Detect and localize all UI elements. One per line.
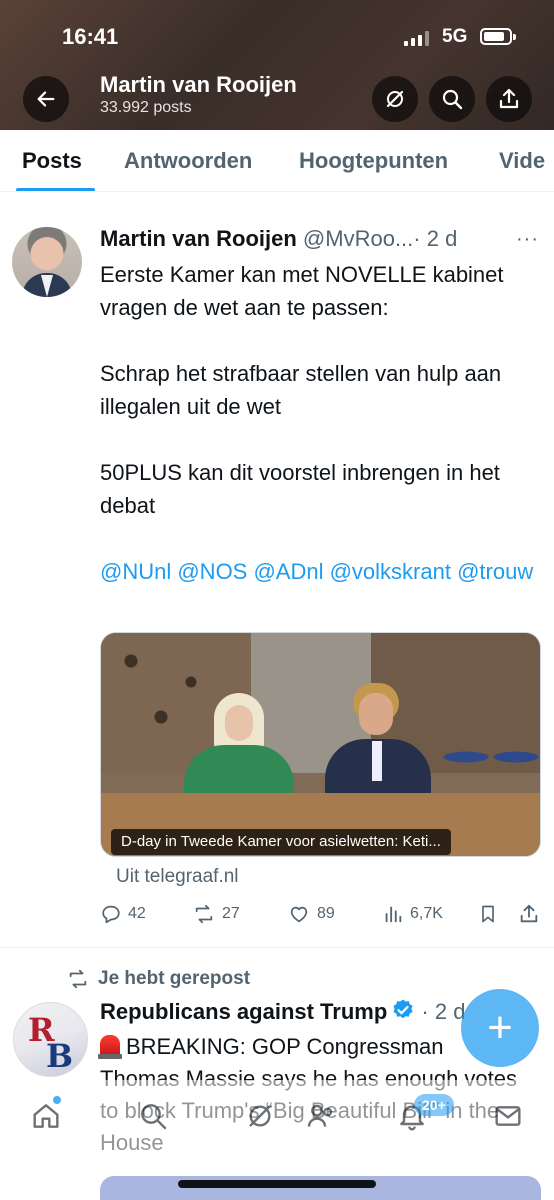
share-tweet-button[interactable] (518, 903, 540, 925)
repost-label: Je hebt gerepost (98, 968, 251, 989)
profile-name: Martin van Rooijen (100, 72, 297, 97)
share-button[interactable] (486, 76, 532, 122)
status-time: 16:41 (62, 24, 119, 49)
plus-icon: + (487, 1003, 513, 1052)
grok-icon[interactable] (244, 1100, 276, 1132)
tweet-text: Eerste Kamer kan met NOVELLE kabinet vra… (100, 258, 540, 588)
like-count: 89 (317, 905, 335, 922)
arrow-left-icon (37, 91, 55, 107)
post-count: 33.992 posts (100, 99, 192, 116)
reply-count: 42 (128, 905, 146, 922)
author-name[interactable]: Republicans against Trump (100, 999, 387, 1024)
views-count: 6,7K (410, 905, 443, 922)
verified-badge-icon (393, 999, 413, 1019)
signal-icon (404, 30, 429, 46)
communities-icon[interactable] (305, 1100, 337, 1132)
share-icon (520, 904, 538, 923)
tweet-mentions[interactable]: @NUnl @NOS @ADnl @volkskrant @trouw (100, 555, 540, 588)
tab-videos[interactable]: Vide (499, 148, 545, 174)
search-icon[interactable] (137, 1100, 169, 1132)
repost-button[interactable]: 27 (192, 903, 240, 925)
tweet-paragraph: Eerste Kamer kan met NOVELLE kabinet vra… (100, 262, 504, 320)
bookmark-button[interactable] (478, 903, 498, 925)
tab-hoogtepunten[interactable]: Hoogtepunten (299, 148, 448, 174)
views-icon (385, 906, 402, 923)
tweet-header: Martin van Rooijen @MvRoo...· 2 d (100, 224, 500, 254)
tweet-paragraph: 50PLUS kan dit voorstel inbrengen in het… (100, 460, 500, 518)
network-label: 5G (442, 26, 468, 47)
profile-title: Martin van Rooijen 33.992 posts (100, 72, 297, 118)
tab-posts[interactable]: Posts (22, 148, 82, 174)
tweet[interactable]: Martin van Rooijen @MvRoo...· 2 d ··· Ee… (0, 210, 554, 948)
profile-nav: Martin van Rooijen 33.992 posts (0, 72, 554, 122)
back-button[interactable] (23, 76, 69, 122)
profile-tabs: Posts Antwoorden Hoogtepunten Vide (0, 130, 554, 192)
bookmark-icon (482, 905, 494, 923)
search-icon (442, 89, 463, 110)
link-card-caption: D-day in Tweede Kamer voor asielwetten: … (111, 829, 451, 855)
home-icon[interactable] (30, 1100, 62, 1132)
avatar[interactable] (12, 227, 82, 297)
views-button[interactable]: 6,7K (382, 903, 443, 925)
link-card-image[interactable]: D-day in Tweede Kamer voor asielwetten: … (100, 632, 541, 857)
repost-count: 27 (222, 905, 240, 922)
home-notification-dot (53, 1096, 61, 1104)
tweet-age: · 2 d (421, 999, 466, 1024)
avatar[interactable]: RB (13, 1002, 88, 1077)
siren-icon (98, 1035, 122, 1059)
tweet-header: Republicans against Trump · 2 d (100, 997, 520, 1027)
heart-icon (290, 906, 308, 923)
profile-header: 16:41 5G Martin van Rooijen 33.992 posts (0, 0, 554, 130)
reply-icon (102, 905, 120, 924)
battery-icon (480, 28, 516, 45)
search-button[interactable] (429, 76, 475, 122)
more-options-icon[interactable]: ··· (516, 228, 539, 251)
grok-button[interactable] (372, 76, 418, 122)
like-button[interactable]: 89 (287, 903, 335, 925)
author-handle[interactable]: @MvRoo... (303, 226, 413, 251)
active-tab-indicator (16, 188, 95, 191)
status-bar: 16:41 5G (0, 22, 554, 52)
repost-icon (69, 969, 87, 989)
tweet-actions: 42 27 89 6,7K (100, 903, 544, 933)
home-indicator (178, 1180, 376, 1188)
share-icon (499, 88, 519, 109)
reply-button[interactable]: 42 (100, 903, 146, 925)
tab-antwoorden[interactable]: Antwoorden (124, 148, 252, 174)
mail-icon[interactable] (492, 1100, 524, 1132)
link-source[interactable]: Uit telegraaf.nl (116, 866, 239, 888)
repost-indicator: Je hebt gerepost (66, 968, 250, 990)
compose-button[interactable]: + (461, 989, 539, 1067)
repost-icon (195, 904, 213, 924)
tweet-age: · 2 d (413, 226, 458, 251)
author-name[interactable]: Martin van Rooijen (100, 226, 297, 251)
tweet-paragraph: Schrap het strafbaar stellen van hulp aa… (100, 361, 502, 419)
grok-icon (386, 90, 404, 108)
notification-badge: 20+ (414, 1094, 454, 1116)
